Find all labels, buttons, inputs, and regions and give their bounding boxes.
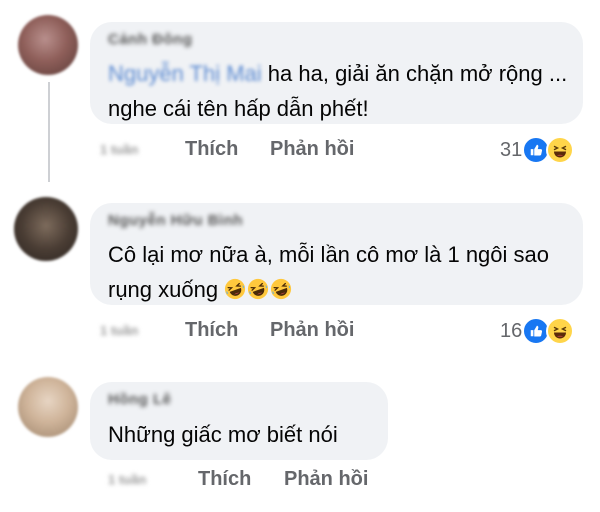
comment-bubble: Cảnh Đông Nguyễn Thị Mai ha ha, giải ăn … bbox=[90, 22, 583, 124]
rolling-laughing-emoji bbox=[271, 278, 292, 300]
reply-link[interactable]: Phản hồi bbox=[270, 319, 354, 342]
reaction-summary[interactable]: 31 bbox=[500, 135, 575, 165]
haha-icon bbox=[546, 317, 575, 345]
reaction-count: 31 bbox=[500, 138, 523, 161]
comment-bubble: Hồng Lê Những giấc mơ biết nói bbox=[90, 382, 388, 460]
reaction-count: 16 bbox=[500, 319, 523, 342]
comment-text: Nguyễn Thị Mai ha ha, giải ăn chặn mở rộ… bbox=[108, 56, 568, 126]
haha-icon bbox=[546, 136, 575, 164]
comment-author[interactable]: Nguyễn Hữu Bình bbox=[108, 212, 243, 229]
rolling-laughing-emoji bbox=[225, 278, 246, 300]
rolling-laughing-emoji bbox=[248, 278, 269, 300]
reply-link[interactable]: Phản hồi bbox=[270, 138, 354, 161]
avatar[interactable] bbox=[14, 197, 78, 261]
avatar[interactable] bbox=[18, 377, 78, 437]
comment-text: Cô lại mơ nữa à, mỗi lần cô mơ là 1 ngôi… bbox=[108, 237, 568, 307]
comment-body: Cô lại mơ nữa à, mỗi lần cô mơ là 1 ngôi… bbox=[108, 242, 549, 302]
comment-timestamp[interactable]: 1 tuần bbox=[108, 472, 166, 490]
like-link[interactable]: Thích bbox=[198, 468, 251, 491]
comment-author[interactable]: Hồng Lê bbox=[108, 391, 172, 408]
mention-link[interactable]: Nguyễn Thị Mai bbox=[108, 61, 262, 86]
reply-link[interactable]: Phản hồi bbox=[284, 468, 368, 491]
comment-timestamp[interactable]: 1 tuần bbox=[100, 323, 158, 341]
comment-author[interactable]: Cảnh Đông bbox=[108, 31, 193, 48]
comment-text: Những giấc mơ biết nói bbox=[108, 417, 338, 452]
comment-body: Những giấc mơ biết nói bbox=[108, 422, 338, 447]
reaction-summary[interactable]: 16 bbox=[500, 316, 575, 346]
comment-bubble: Nguyễn Hữu Bình Cô lại mơ nữa à, mỗi lần… bbox=[90, 203, 583, 305]
like-link[interactable]: Thích bbox=[185, 319, 238, 342]
comment-timestamp[interactable]: 1 tuần bbox=[100, 142, 158, 160]
thread-line bbox=[48, 82, 50, 182]
avatar[interactable] bbox=[18, 15, 78, 75]
like-link[interactable]: Thích bbox=[185, 138, 238, 161]
